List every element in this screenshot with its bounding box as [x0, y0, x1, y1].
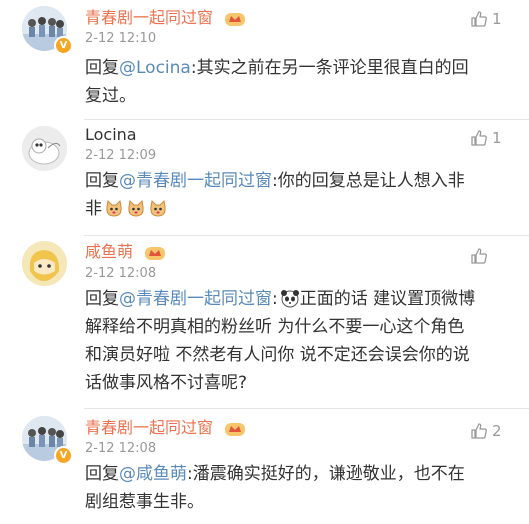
verified-badge-icon: V [54, 446, 73, 465]
like-count: 1 [492, 129, 502, 147]
timestamp: 2-12 12:09 [85, 148, 157, 163]
avatar[interactable] [22, 126, 67, 171]
like-count: 1 [492, 10, 502, 28]
cat-emoji-icon [106, 199, 122, 217]
thumb-up-icon [471, 11, 487, 27]
cat-emoji-icon [150, 199, 166, 217]
username[interactable]: Locina [85, 125, 137, 145]
mention-link[interactable]: @青春剧一起同过窗 [119, 171, 272, 191]
timestamp: 2-12 12:08 [85, 266, 157, 281]
like-button[interactable] [470, 245, 492, 267]
comment-item: 咸鱼萌 2-12 12:08 回复@青春剧一起同过窗: 正面的话 建议置顶微博 解… [0, 235, 529, 408]
comment-item: Locina 2-12 12:09 回复@青春剧一起同过窗:你的回复总是让人想入… [0, 119, 529, 235]
comment-text: 回复@青春剧一起同过窗:你的回复总是让人想入非 非 [85, 171, 465, 219]
comment-item: V 青春剧一起同过窗 2-12 12:10 回复@Locina:其实之前在另一条… [0, 0, 529, 119]
thumb-up-icon [471, 130, 487, 146]
timestamp: 2-12 12:10 [85, 31, 157, 46]
thumb-up-icon [471, 423, 487, 439]
username[interactable]: 青春剧一起同过窗 [85, 8, 246, 28]
comment-text: 回复@青春剧一起同过窗: 正面的话 建议置顶微博 解释给不明真相的粉丝听 为什么不… [85, 289, 476, 393]
member-crown-badge-icon [225, 12, 246, 26]
username[interactable]: 青春剧一起同过窗 [85, 418, 246, 438]
like-button[interactable]: 1 [470, 8, 502, 30]
cat-emoji-icon [128, 199, 144, 217]
mention-link[interactable]: @青春剧一起同过窗 [119, 289, 272, 309]
mention-link[interactable]: @Locina [119, 58, 191, 78]
like-button[interactable]: 2 [470, 420, 502, 442]
username[interactable]: 咸鱼萌 [85, 242, 166, 262]
like-count: 2 [492, 422, 502, 440]
comment-item: V 青春剧一起同过窗 2-12 12:08 回复@咸鱼萌:潘震确实挺好的，谦逊敬… [0, 408, 529, 524]
panda-emoji-icon [280, 290, 299, 308]
verified-badge-icon: V [54, 36, 73, 55]
thumb-up-icon [471, 248, 487, 264]
mention-link[interactable]: @咸鱼萌 [119, 464, 187, 484]
comment-text: 回复@咸鱼萌:潘震确实挺好的，谦逊敬业，也不在 剧组惹事生非。 [85, 464, 465, 512]
comment-text: 回复@Locina:其实之前在另一条评论里很直白的回 复过。 [85, 58, 469, 106]
timestamp: 2-12 12:08 [85, 441, 157, 456]
member-crown-badge-icon [225, 422, 246, 436]
avatar[interactable] [22, 241, 67, 286]
like-button[interactable]: 1 [470, 127, 502, 149]
member-crown-badge-icon [145, 246, 166, 260]
